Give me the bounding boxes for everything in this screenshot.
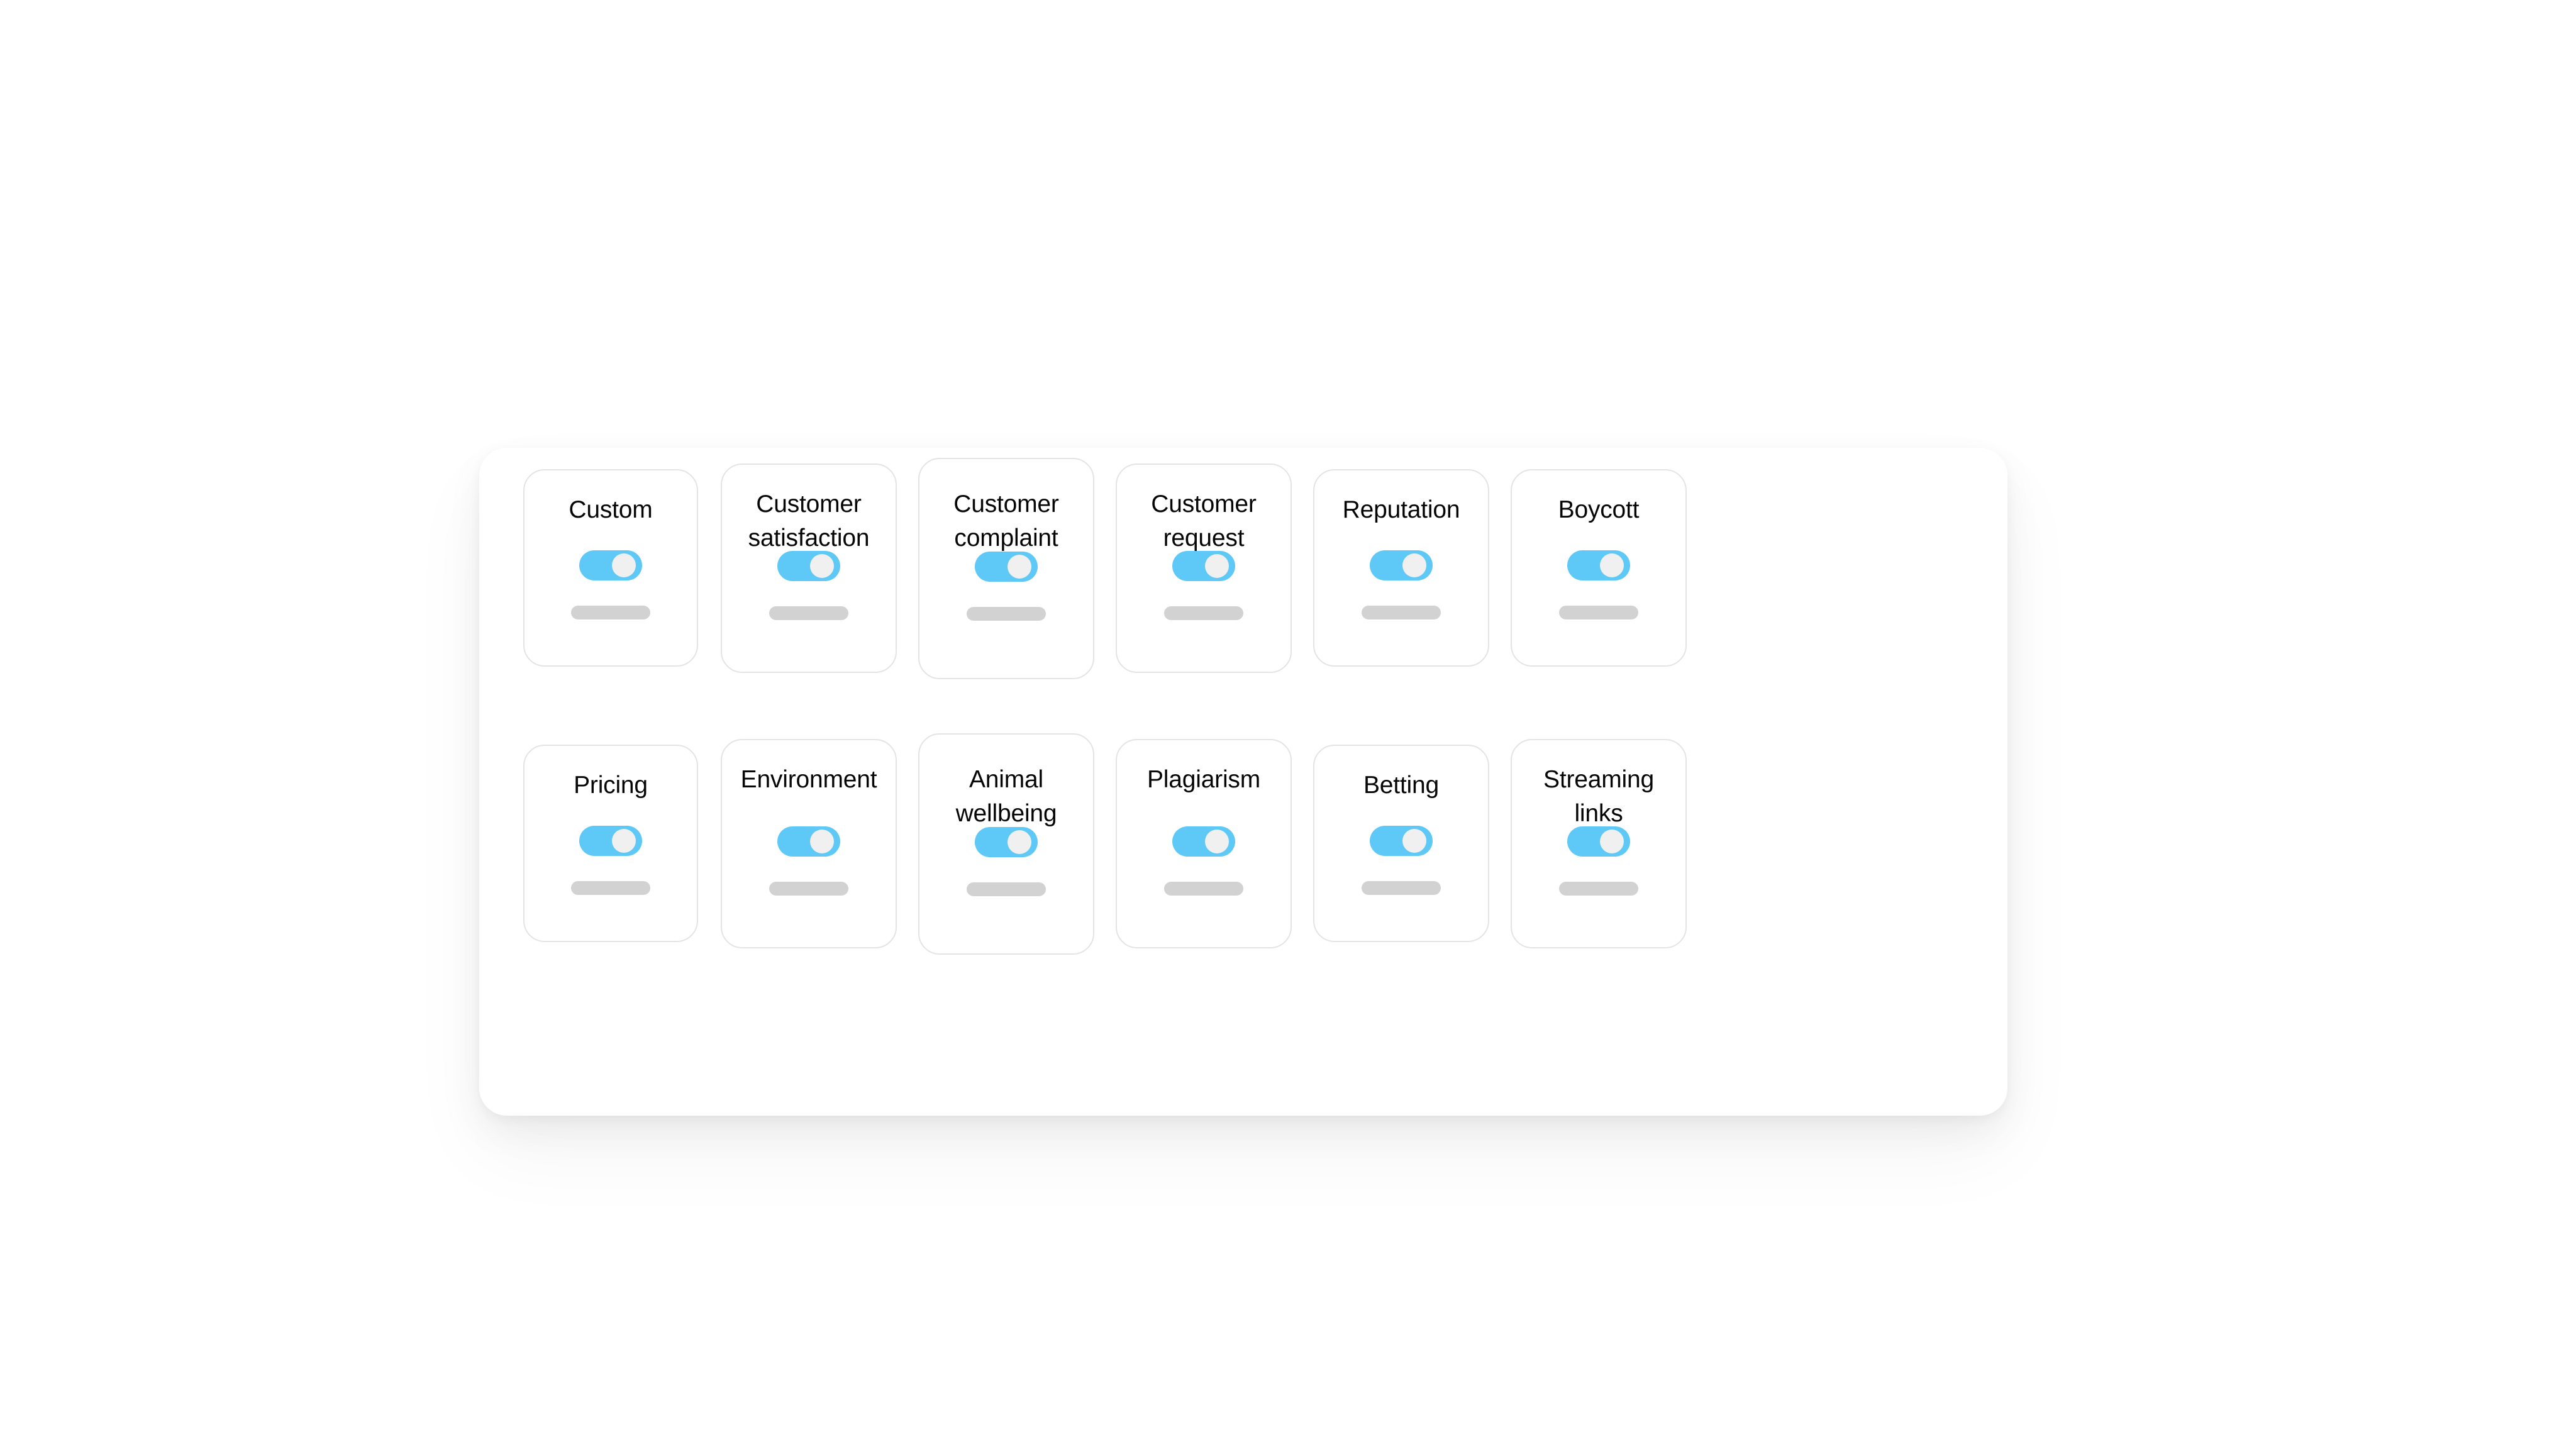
toggle-card[interactable]: Environment: [721, 739, 897, 948]
toggle-switch[interactable]: [777, 826, 840, 857]
toggle-switch[interactable]: [975, 827, 1038, 857]
placeholder-bar: [1164, 882, 1243, 896]
placeholder-bar: [571, 881, 650, 895]
toggle-knob[interactable]: [810, 830, 834, 853]
toggle-knob[interactable]: [1205, 554, 1229, 578]
toggle-card[interactable]: Customer request: [1116, 464, 1292, 673]
card-title: Plagiarism: [1146, 766, 1261, 793]
placeholder-bar: [1362, 606, 1441, 619]
card-title: Custom: [569, 496, 653, 523]
toggle-switch[interactable]: [1370, 826, 1433, 856]
toggle-card[interactable]: Reputation: [1313, 469, 1489, 667]
card-title: Pricing: [574, 772, 648, 799]
toggle-knob[interactable]: [1008, 830, 1031, 854]
toggle-card[interactable]: Customer satisfaction: [721, 464, 897, 673]
card-title: Betting: [1363, 772, 1440, 799]
toggle-switch[interactable]: [1172, 826, 1235, 857]
toggle-knob[interactable]: [1008, 555, 1031, 579]
card-title: Customer complaint: [953, 491, 1059, 552]
toggle-knob[interactable]: [1600, 553, 1624, 577]
toggle-switch[interactable]: [777, 551, 840, 581]
toggle-card[interactable]: Animal wellbeing: [918, 733, 1094, 955]
card-title: Customer satisfaction: [748, 491, 870, 552]
toggle-card[interactable]: Streaming links: [1511, 739, 1687, 948]
toggle-switch[interactable]: [1172, 551, 1235, 581]
placeholder-bar: [1164, 606, 1243, 620]
placeholder-bar: [1362, 881, 1441, 895]
placeholder-bar: [769, 606, 848, 620]
toggle-card-grid: Custom Customer satisfaction Customer comp…: [479, 448, 2007, 1116]
placeholder-bar: [1559, 606, 1638, 619]
toggle-knob[interactable]: [1402, 829, 1426, 853]
screen-root: Custom Customer satisfaction Customer comp…: [0, 0, 2576, 1449]
card-title: Streaming links: [1543, 766, 1654, 827]
card-title: Animal wellbeing: [955, 766, 1057, 827]
toggle-knob[interactable]: [810, 554, 834, 578]
toggle-card[interactable]: Plagiarism: [1116, 739, 1292, 948]
toggle-switch[interactable]: [1370, 550, 1433, 580]
toggle-switch[interactable]: [975, 552, 1038, 582]
card-title: Reputation: [1342, 496, 1460, 523]
card-title: Customer request: [1151, 491, 1257, 552]
card-title: Boycott: [1558, 496, 1640, 523]
placeholder-bar: [769, 882, 848, 896]
toggle-card[interactable]: Custom: [523, 469, 698, 667]
placeholder-bar: [967, 882, 1046, 896]
toggle-knob[interactable]: [612, 553, 636, 577]
toggle-knob[interactable]: [1402, 553, 1426, 577]
toggle-switch[interactable]: [579, 826, 642, 856]
placeholder-bar: [1559, 882, 1638, 896]
toggle-switch[interactable]: [579, 550, 642, 580]
toggle-knob[interactable]: [1600, 830, 1624, 853]
toggle-knob[interactable]: [612, 829, 636, 853]
toggle-switch[interactable]: [1567, 826, 1630, 857]
toggle-switch[interactable]: [1567, 550, 1630, 580]
toggle-card[interactable]: Boycott: [1511, 469, 1687, 667]
toggle-knob[interactable]: [1205, 830, 1229, 853]
toggle-card[interactable]: Pricing: [523, 745, 698, 942]
settings-panel: Custom Customer satisfaction Customer comp…: [479, 448, 2007, 1116]
placeholder-bar: [967, 607, 1046, 621]
card-title: Environment: [740, 766, 877, 793]
toggle-card[interactable]: Customer complaint: [918, 458, 1094, 679]
placeholder-bar: [571, 606, 650, 619]
toggle-card[interactable]: Betting: [1313, 745, 1489, 942]
